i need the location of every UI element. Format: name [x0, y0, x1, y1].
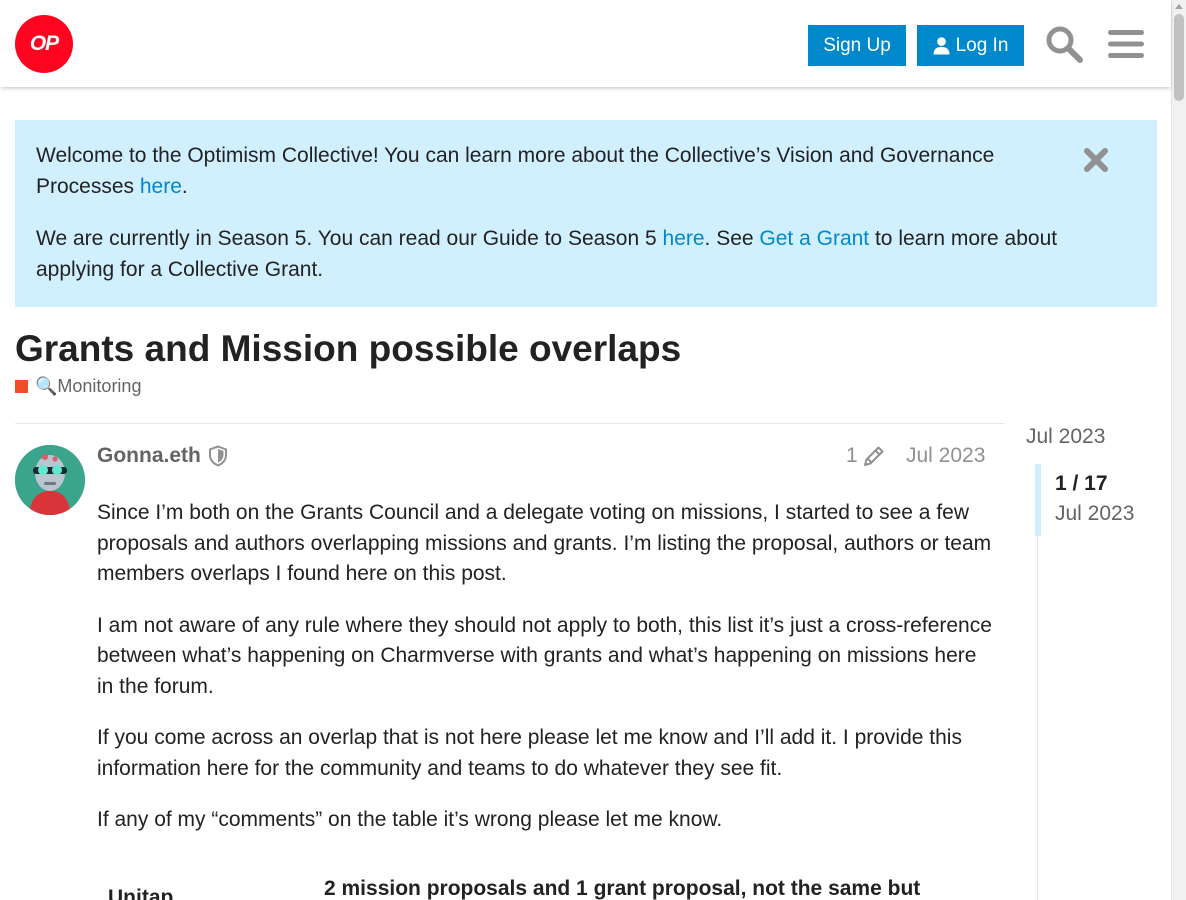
post-body: Since I’m both on the Grants Council and…: [97, 498, 997, 857]
post-paragraph: I am not aware of any rule where they sh…: [97, 613, 992, 698]
season-guide-link[interactable]: here: [663, 227, 705, 250]
post-username[interactable]: Gonna.eth: [97, 444, 201, 468]
edit-history-button[interactable]: 1: [846, 444, 886, 468]
scroll-up-arrow-icon[interactable]: [1175, 4, 1183, 9]
banner-paragraph-2: We are currently in Season 5. You can re…: [36, 223, 1106, 285]
banner-paragraph-1: Welcome to the Optimism Collective! You …: [36, 140, 1046, 202]
search-icon[interactable]: [1044, 22, 1084, 66]
category-label: 🔍Monitoring: [35, 376, 142, 396]
scroll-thumb[interactable]: [1174, 14, 1184, 101]
log-in-button[interactable]: Log In: [917, 25, 1024, 66]
post-paragraph: If you come across an overlap that is no…: [97, 726, 962, 780]
category-badge[interactable]: 🔍Monitoring: [15, 376, 141, 397]
timeline-handle[interactable]: [1035, 464, 1041, 536]
timeline-post-count: 1 / 17: [1055, 472, 1108, 495]
logo-text: OP: [29, 32, 59, 55]
vision-link[interactable]: here: [140, 175, 182, 198]
log-in-label: Log In: [955, 34, 1009, 56]
optimism-logo[interactable]: OP: [15, 15, 73, 73]
table-cell-comment: 2 mission proposals and 1 grant proposal…: [324, 877, 921, 900]
timeline-start-date[interactable]: Jul 2023: [1026, 425, 1105, 449]
timeline-current-date: Jul 2023: [1055, 502, 1135, 525]
post-paragraph: Since I’m both on the Grants Council and…: [97, 501, 992, 585]
category-color-swatch: [15, 380, 28, 393]
edit-count: 1: [846, 444, 858, 467]
topic-divider: [15, 423, 1005, 424]
banner-text: .: [181, 175, 188, 198]
table-cell-project: Unitap: [108, 886, 174, 900]
menu-icon[interactable]: [1106, 22, 1146, 66]
close-icon[interactable]: [1081, 144, 1111, 176]
site-header: OP Sign Up Log In: [0, 0, 1171, 87]
welcome-banner: Welcome to the Optimism Collective! You …: [15, 120, 1157, 307]
sign-up-button[interactable]: Sign Up: [808, 25, 906, 66]
shield-icon: [207, 445, 229, 467]
banner-text: . See: [704, 227, 760, 250]
page-scrollbar[interactable]: [1171, 0, 1186, 900]
post-date[interactable]: Jul 2023: [906, 444, 985, 468]
post-paragraph: If any of my “comments” on the table it’…: [97, 808, 723, 831]
get-a-grant-link[interactable]: Get a Grant: [759, 227, 869, 250]
page-title: Grants and Mission possible overlaps: [15, 328, 682, 369]
banner-text: We are currently in Season 5. You can re…: [36, 227, 663, 250]
user-icon: [933, 36, 950, 54]
pencil-icon: [863, 446, 884, 466]
avatar[interactable]: [15, 445, 85, 515]
